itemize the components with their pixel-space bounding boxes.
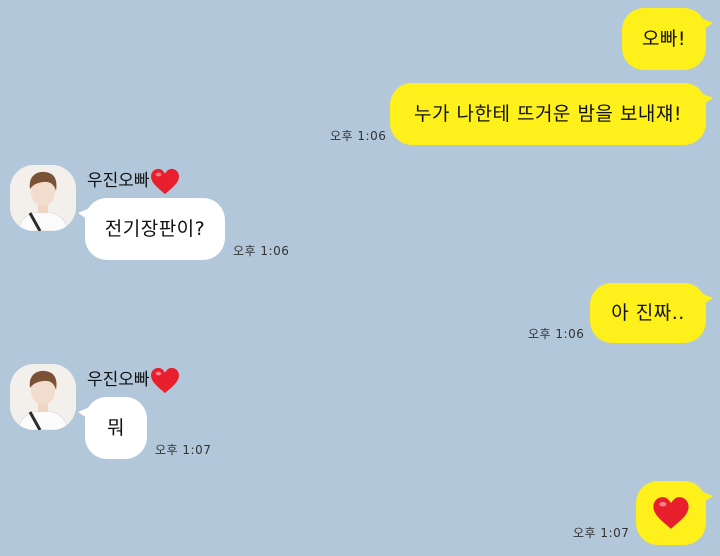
message-text: 오빠!	[641, 27, 687, 50]
profile-photo-icon	[10, 364, 76, 430]
red-heart-icon	[150, 367, 179, 393]
message-text: 아 진짜..	[611, 301, 685, 324]
sender-label: 우진오빠	[87, 370, 150, 390]
message-text: 뭐	[107, 416, 125, 439]
avatar[interactable]	[10, 364, 76, 430]
red-heart-icon	[150, 168, 179, 194]
avatar[interactable]	[10, 165, 76, 231]
message-time: 오후 1:07	[155, 443, 212, 457]
sender-name: 우진오빠	[87, 166, 180, 195]
message-time: 오후 1:07	[573, 526, 630, 540]
profile-photo-icon	[10, 165, 76, 231]
message-bubble-outgoing[interactable]: 아 진짜..	[590, 283, 713, 343]
message-time: 오후 1:06	[528, 327, 585, 341]
message-time: 오후 1:06	[330, 129, 387, 143]
sender-label: 우진오빠	[87, 171, 150, 191]
message-time: 오후 1:06	[233, 244, 290, 258]
message-bubble-incoming[interactable]: 뭐	[78, 397, 147, 459]
message-text: 누가 나한테 뜨거운 밤을 보내쟤!	[413, 102, 682, 125]
message-bubble-outgoing[interactable]: 누가 나한테 뜨거운 밤을 보내쟤!	[390, 83, 713, 145]
message-bubble-outgoing[interactable]	[636, 481, 713, 545]
red-heart-icon	[653, 497, 689, 529]
message-bubble-incoming[interactable]: 전기장판이?	[78, 198, 225, 260]
message-text: 전기장판이?	[104, 217, 206, 240]
sender-name: 우진오빠	[87, 365, 180, 394]
message-bubble-outgoing[interactable]: 오빠!	[622, 8, 713, 70]
